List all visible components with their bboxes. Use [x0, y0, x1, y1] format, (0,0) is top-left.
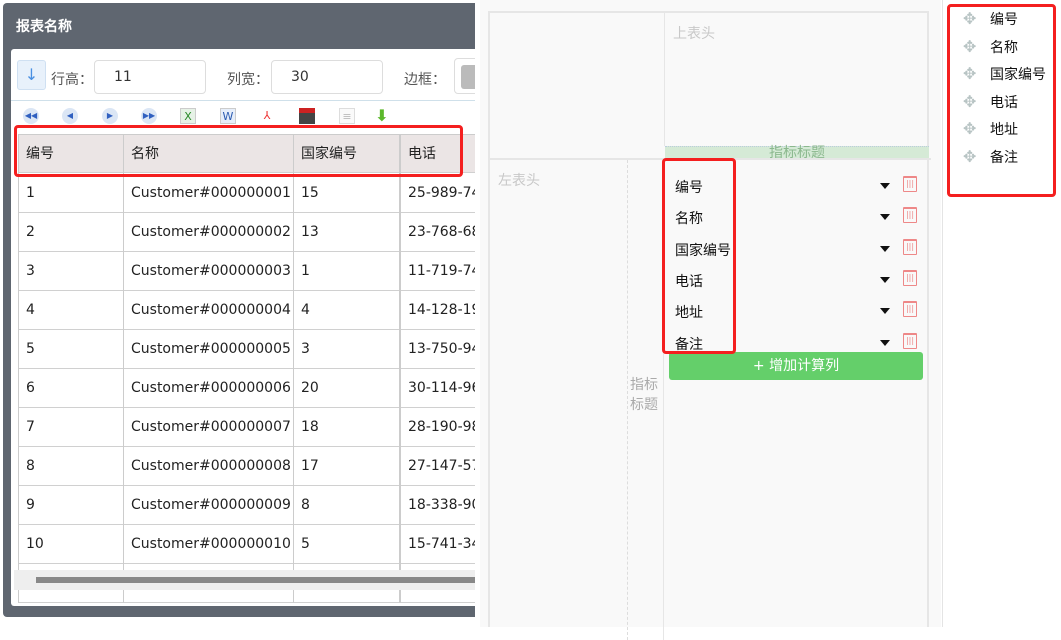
table-cell: 3 [293, 330, 399, 369]
next-page-icon[interactable]: ▶ [102, 108, 118, 124]
table-cell: Customer#000000010 [123, 525, 293, 564]
table-cell: 15-741-34 [399, 525, 475, 564]
first-page-icon[interactable]: ◀◀ [23, 108, 39, 124]
trash-icon[interactable]: ||| [903, 238, 917, 255]
prev-page-icon[interactable]: ◀ [62, 108, 78, 124]
table-cell: 11-719-74 [399, 252, 475, 291]
caret-down-icon[interactable] [880, 214, 890, 221]
metric-title-vertical: 指标标题 [630, 377, 658, 413]
excel-export-icon[interactable]: X [180, 108, 196, 124]
table-cell: 27-147-57 [399, 447, 475, 486]
last-page-icon[interactable]: ▶▶ [141, 108, 157, 124]
table-cell: 1 [293, 252, 399, 291]
table-cell: 8 [18, 447, 123, 486]
table-row: 9 Customer#000000009 8 18-338-90 [18, 486, 475, 525]
caret-down-icon[interactable] [880, 183, 890, 189]
table-cell: 20 [293, 369, 399, 408]
table-cell: 8 [293, 486, 399, 525]
trash-icon[interactable]: ||| [903, 269, 917, 286]
highlight-box-fields [947, 4, 1056, 197]
table-cell: Customer#000000009 [123, 486, 293, 525]
table-cell: 1 [18, 174, 123, 213]
table-cell: Customer#000000004 [123, 291, 293, 330]
table-row: 10 Customer#000000010 5 15-741-34 [18, 525, 475, 564]
table-row: 3 Customer#000000003 1 11-719-74 [18, 252, 475, 291]
table-row: 2 Customer#000000002 13 23-768-68 [18, 213, 475, 252]
table-cell: 10 [18, 525, 123, 564]
table-cell: 4 [293, 291, 399, 330]
table-row: 1 Customer#000000001 15 25-989-74 [18, 174, 475, 213]
table-cell: 2 [18, 213, 123, 252]
table-cell: 28-190-98 [399, 408, 475, 447]
table-cell: 13 [293, 213, 399, 252]
text-export-icon[interactable]: ≡ [339, 108, 355, 124]
table-cell: 9 [18, 486, 123, 525]
table-cell: 15 [293, 174, 399, 213]
table-cell: Customer#000000002 [123, 213, 293, 252]
arrow-down-icon: ↓ [24, 65, 39, 84]
trash-icon[interactable]: ||| [903, 332, 917, 349]
table-cell: 5 [293, 525, 399, 564]
left-header-hint: 左表头 [498, 173, 540, 189]
trash-icon[interactable]: ||| [903, 207, 917, 224]
highlight-box-items [662, 158, 736, 354]
window-title: 报表名称 [16, 19, 72, 35]
col-width-label: 列宽： [227, 72, 269, 88]
table-cell: 14-128-19 [399, 291, 475, 330]
trash-icon[interactable]: ||| [903, 176, 917, 192]
table-row: 6 Customer#000000006 20 30-114-96 [18, 369, 475, 408]
add-computed-column-button[interactable]: + 增加计算列 [669, 352, 923, 380]
table-cell: Customer#000000007 [123, 408, 293, 447]
caret-down-icon[interactable] [880, 308, 890, 315]
table-row: 7 Customer#000000007 18 28-190-98 [18, 408, 475, 447]
table-cell: Customer#000000001 [123, 174, 293, 213]
table-cell: 7 [18, 408, 123, 447]
table-cell: 5 [18, 330, 123, 369]
top-header-hint: 上表头 [673, 26, 715, 42]
table-cell: 6 [18, 369, 123, 408]
table-cell: 3 [18, 252, 123, 291]
table-cell: 30-114-96 [399, 369, 475, 408]
table-cell: 18 [293, 408, 399, 447]
table-cell: Customer#000000008 [123, 447, 293, 486]
row-height-label: 行高： [51, 72, 93, 88]
border-label: 边框： [404, 72, 446, 88]
table-row: 4 Customer#000000004 4 14-128-19 [18, 291, 475, 330]
table-row: 8 Customer#000000008 17 27-147-57 [18, 447, 475, 486]
table-cell: 13-750-94 [399, 330, 475, 369]
trash-icon[interactable]: ||| [903, 301, 917, 318]
pdf-export-icon[interactable]: ⅄ [259, 108, 275, 124]
caret-down-icon[interactable] [880, 276, 890, 283]
table-cell: Customer#000000006 [123, 369, 293, 408]
settings-toolbar: ↓ 行高： 11 列宽： 30 边框： [11, 49, 475, 101]
table-row: 5 Customer#000000005 3 13-750-94 [18, 330, 475, 369]
table-cell: 18-338-90 [399, 486, 475, 525]
download-icon[interactable]: ⬇ [374, 108, 390, 124]
print-icon[interactable] [299, 108, 315, 124]
horizontal-scrollbar[interactable] [14, 570, 475, 590]
word-export-icon[interactable]: W [220, 108, 236, 124]
col-width-input[interactable]: 30 [271, 60, 383, 94]
border-select[interactable] [454, 58, 475, 94]
table-cell: Customer#000000005 [123, 330, 293, 369]
row-height-input[interactable]: 11 [94, 60, 206, 94]
table-cell: 17 [293, 447, 399, 486]
table-cell: 23-768-68 [399, 213, 475, 252]
report-window: 报表名称 ↓ 行高： 11 列宽： 30 边框： ◀◀ ◀ ▶ ▶▶ X W ⅄… [3, 3, 475, 617]
highlight-box-headers [14, 125, 463, 177]
table-cell: Customer#000000003 [123, 252, 293, 291]
caret-down-icon[interactable] [880, 339, 890, 346]
caret-down-icon[interactable] [880, 245, 890, 252]
table-cell: 4 [18, 291, 123, 330]
sort-button[interactable]: ↓ [17, 60, 46, 90]
table-cell: 25-989-74 [399, 174, 475, 213]
